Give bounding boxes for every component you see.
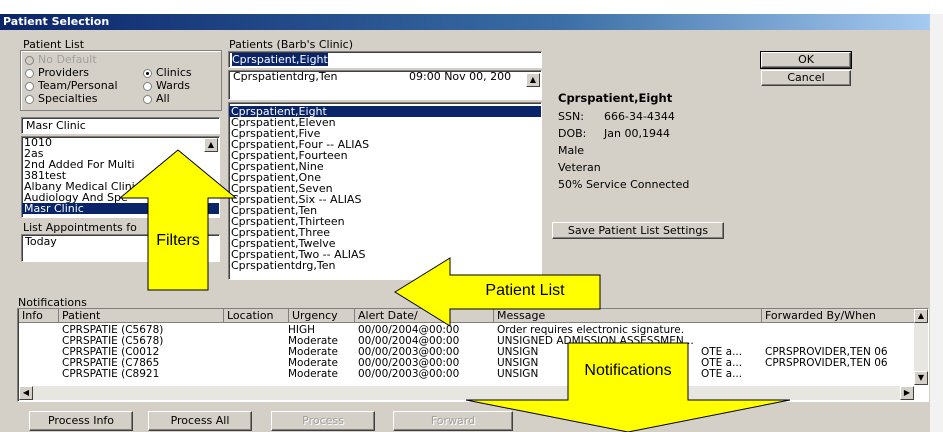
notifications-arrow-icon [465,342,791,432]
filters-callout-label: Filters [156,232,200,249]
filters-arrow-icon [118,149,238,291]
patient-list-callout-label: Patient List [485,282,565,299]
annotation-overlay [118,149,791,432]
notifications-callout-label: Notifications [584,362,672,379]
